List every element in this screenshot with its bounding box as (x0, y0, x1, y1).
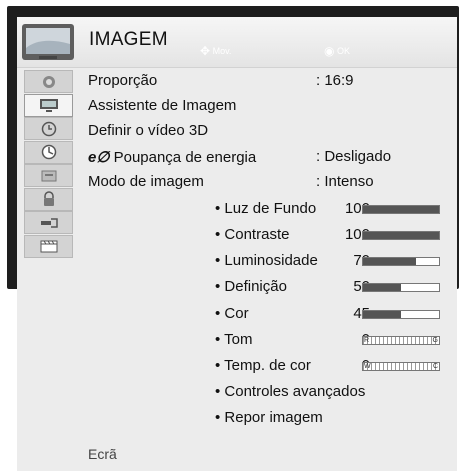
bar-left-mark: R (364, 337, 370, 344)
picture-icon (42, 75, 55, 88)
menu-item-label: Modo de imagem (88, 173, 204, 190)
option-icon (41, 170, 56, 181)
menu-item-value: : Intenso (316, 173, 374, 190)
timer-icon (41, 144, 56, 160)
menu-item-picture-wizard[interactable]: Assistente de Imagem (88, 97, 236, 119)
level-fill (363, 284, 401, 291)
menu-header: IMAGEM ✥ Mov. ◉ OK (17, 17, 457, 68)
setting-tint[interactable]: • Tom 0 R G (88, 331, 450, 353)
sidebar-item-lock[interactable] (24, 187, 73, 211)
sidebar-item-picture[interactable] (24, 70, 73, 93)
level-fill (363, 258, 417, 265)
setting-label: • Temp. de cor (215, 357, 311, 374)
lock-icon (43, 191, 54, 206)
menu-item-aspect-ratio[interactable]: Proporção : 16:9 (88, 72, 354, 94)
level-bar[interactable] (362, 205, 440, 214)
menu-item-energy-saving[interactable]: e∅ Poupança de energia : Desligado (88, 148, 391, 170)
menu-item-label: Proporção (88, 72, 158, 89)
setting-label: • Tom (215, 331, 253, 348)
level-bar[interactable] (362, 310, 440, 319)
balance-bar[interactable]: R G (362, 336, 440, 345)
menu-item-picture-mode[interactable]: Modo de imagem : Intenso (88, 173, 374, 195)
eco-icon: e∅ (88, 149, 110, 166)
bar-right-mark: G (432, 337, 438, 344)
page-title: IMAGEM (89, 29, 168, 50)
menu-item-value: : Desligado (316, 148, 392, 165)
setting-picture-reset[interactable]: • Repor imagem (88, 409, 450, 431)
sidebar-item-clock[interactable] (24, 117, 73, 140)
level-fill (363, 206, 439, 213)
move-hint: ✥ Mov. (200, 44, 232, 58)
level-bar[interactable] (362, 257, 440, 266)
usb-media-icon (40, 240, 57, 253)
input-icon (40, 217, 58, 228)
picture-menu-icon (21, 22, 75, 62)
setting-backlight[interactable]: • Luz de Fundo 100 (88, 200, 450, 222)
sidebar (24, 70, 73, 258)
level-fill (363, 311, 401, 318)
setting-color[interactable]: • Cor 45 (88, 305, 450, 327)
level-bar[interactable] (362, 283, 440, 292)
menu-item-label: Assistente de Imagem (88, 97, 237, 114)
setting-label: • Luminosidade (215, 252, 318, 269)
monitor-icon (39, 99, 58, 112)
setting-brightness[interactable]: • Luminosidade 70 (88, 252, 450, 274)
sidebar-item-usb-media[interactable] (24, 234, 73, 258)
dpad-icon: ✥ (200, 44, 211, 58)
ok-button-icon: ◉ (324, 44, 335, 58)
setting-label: • Luz de Fundo (215, 200, 317, 217)
setting-label: • Cor (215, 305, 249, 322)
sidebar-item-timer[interactable] (24, 140, 73, 164)
sidebar-item-monitor[interactable] (24, 93, 73, 117)
level-bar[interactable] (362, 231, 440, 240)
footer-screen-label[interactable]: Ecrã (88, 446, 117, 462)
sidebar-item-input[interactable] (24, 211, 73, 234)
menu-item-3d-video[interactable]: Definir o vídeo 3D (88, 122, 208, 144)
ok-hint: ◉ OK (324, 44, 351, 58)
setting-label: • Definição (215, 278, 287, 295)
menu-item-label: Definir o vídeo 3D (88, 122, 209, 139)
menu-item-label: Poupança de energia (113, 149, 257, 166)
setting-contrast[interactable]: • Contraste 100 (88, 226, 450, 248)
setting-sharpness[interactable]: • Definição 50 (88, 278, 450, 300)
setting-label: • Contraste (215, 226, 290, 243)
setting-advanced-controls[interactable]: • Controles avançados (88, 383, 450, 405)
setting-color-temp[interactable]: • Temp. de cor 0 W C (88, 357, 450, 379)
setting-label: • Controles avançados (215, 383, 366, 400)
setting-label: • Repor imagem (215, 409, 323, 426)
clock-icon (41, 121, 56, 136)
level-fill (363, 232, 439, 239)
sidebar-item-option[interactable] (24, 164, 73, 187)
balance-bar[interactable]: W C (362, 362, 440, 371)
menu-item-value: : 16:9 (316, 72, 354, 89)
bar-left-mark: W (364, 363, 371, 370)
bar-right-mark: C (432, 363, 438, 370)
